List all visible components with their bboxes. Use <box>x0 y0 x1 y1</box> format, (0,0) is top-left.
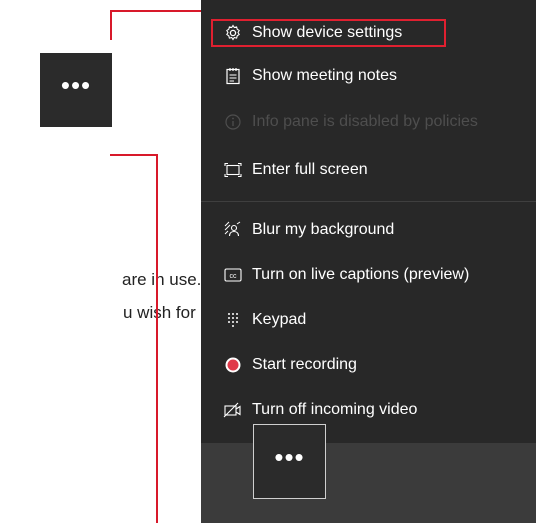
callout-line-top-horizontal <box>110 10 215 12</box>
menu-item-info-pane-disabled: Info pane is disabled by policies <box>210 107 478 137</box>
menu-item-blur-my-background[interactable]: Blur my background <box>210 215 394 245</box>
video-off-icon <box>222 399 244 421</box>
blur-background-icon <box>222 219 244 241</box>
menu-item-start-recording[interactable]: Start recording <box>210 350 357 380</box>
notes-icon <box>222 65 244 87</box>
highlight-box <box>211 19 446 47</box>
menu-item-label: Turn off incoming video <box>252 401 418 418</box>
more-options-icon: ••• <box>60 70 92 100</box>
keypad-icon <box>222 309 244 331</box>
captions-icon: cc <box>222 264 244 286</box>
more-options-icon: ••• <box>274 441 305 472</box>
menu-item-keypad[interactable]: Keypad <box>210 305 306 335</box>
menu-item-label: Blur my background <box>252 221 395 238</box>
record-icon <box>222 354 244 376</box>
menu-item-turn-on-live-captions[interactable]: cc Turn on live captions (preview) <box>210 260 469 290</box>
callout-line-top-vertical <box>110 10 112 40</box>
menu-item-enter-full-screen[interactable]: Enter full screen <box>210 155 368 185</box>
meeting-controls-bar <box>201 443 536 523</box>
svg-text:cc: cc <box>230 273 238 280</box>
menu-item-show-meeting-notes[interactable]: Show meeting notes <box>210 61 397 91</box>
callout-line-bottom-vertical <box>156 154 158 523</box>
menu-item-turn-off-incoming-video[interactable]: Turn off incoming video <box>210 395 417 425</box>
callout-line-bottom-horizontal <box>110 154 158 156</box>
fullscreen-icon <box>222 159 244 181</box>
menu-item-label: Info pane is disabled by policies <box>252 113 478 130</box>
menu-item-label: Start recording <box>252 356 357 373</box>
menu-item-label: Enter full screen <box>252 161 368 178</box>
more-options-button[interactable]: ••• <box>253 424 326 499</box>
more-options-menu: Show device settings Show meeting notes … <box>201 0 536 523</box>
more-options-button-callout: ••• <box>40 53 112 127</box>
background-text-line-1: are in use. <box>122 270 202 289</box>
menu-item-label: Turn on live captions (preview) <box>252 266 470 283</box>
menu-item-label: Show meeting notes <box>252 67 397 84</box>
background-text-line-2: u wish for <box>123 303 196 322</box>
info-icon <box>222 111 244 133</box>
menu-item-label: Keypad <box>252 311 307 328</box>
menu-divider <box>201 201 536 202</box>
